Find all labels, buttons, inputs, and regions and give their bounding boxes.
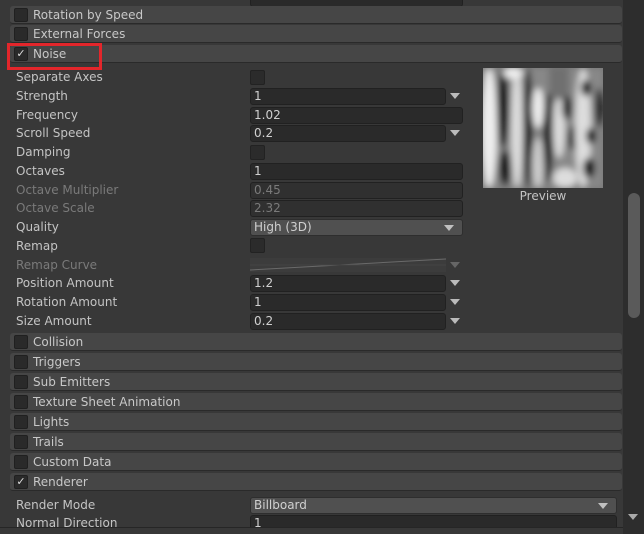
module-label: Texture Sheet Animation xyxy=(33,395,181,409)
curve-line xyxy=(249,258,447,271)
module-lights[interactable]: Lights xyxy=(10,413,622,431)
module-trails[interactable]: Trails xyxy=(10,433,622,451)
scrollbar-thumb[interactable] xyxy=(628,193,640,318)
label-remap: Remap xyxy=(16,239,58,253)
module-custom-data[interactable]: Custom Data xyxy=(10,453,622,471)
module-triggers[interactable]: Triggers xyxy=(10,353,622,371)
module-label: Lights xyxy=(33,415,70,429)
module-label: Sub Emitters xyxy=(33,375,111,389)
strength-input[interactable]: 1 xyxy=(250,88,446,105)
module-sub-emitters[interactable]: Sub Emitters xyxy=(10,373,622,391)
label-position-amount: Position Amount xyxy=(16,276,114,290)
scroll-speed-mode-dropdown-icon[interactable] xyxy=(450,130,460,136)
octave-multiplier-input: 0.45 xyxy=(250,182,463,199)
label-rotation-amount: Rotation Amount xyxy=(16,295,118,309)
quality-dropdown[interactable]: High (3D) xyxy=(250,219,463,236)
module-checkbox[interactable] xyxy=(14,27,28,41)
noise-preview-image xyxy=(483,68,603,188)
label-separate-axes: Separate Axes xyxy=(16,70,103,84)
module-label: Custom Data xyxy=(33,455,112,469)
render-mode-dropdown[interactable]: Billboard xyxy=(250,497,617,514)
module-label: External Forces xyxy=(33,27,126,41)
label-size-amount: Size Amount xyxy=(16,314,92,328)
module-renderer[interactable]: ✓ Renderer xyxy=(10,473,622,491)
module-checkbox[interactable] xyxy=(14,435,28,449)
highlight-box xyxy=(7,43,102,70)
module-label: Trails xyxy=(33,435,64,449)
label-damping: Damping xyxy=(16,145,71,159)
checkmark-icon[interactable]: ✓ xyxy=(14,475,28,489)
octaves-input[interactable]: 1 xyxy=(250,163,463,180)
remap-checkbox[interactable] xyxy=(250,238,265,253)
module-checkbox[interactable] xyxy=(14,335,28,349)
module-checkbox[interactable] xyxy=(14,395,28,409)
size-amount-input[interactable]: 0.2 xyxy=(250,313,446,330)
module-checkbox[interactable] xyxy=(14,455,28,469)
label-render-mode: Render Mode xyxy=(16,498,96,512)
scroll-down-arrow-icon[interactable] xyxy=(628,514,638,520)
remap-curve-field xyxy=(249,258,447,272)
module-label: Collision xyxy=(33,335,84,349)
label-frequency: Frequency xyxy=(16,108,78,122)
label-strength: Strength xyxy=(16,89,68,103)
remap-curve-dropdown-icon xyxy=(450,262,460,268)
module-checkbox[interactable] xyxy=(14,355,28,369)
module-label: Triggers xyxy=(33,355,81,369)
strength-mode-dropdown-icon[interactable] xyxy=(450,93,460,99)
module-external-forces[interactable]: External Forces xyxy=(10,25,622,43)
preview-label: Preview xyxy=(519,189,567,203)
damping-checkbox[interactable] xyxy=(250,145,265,160)
bottom-bar xyxy=(0,527,644,534)
module-checkbox[interactable] xyxy=(14,375,28,389)
module-checkbox[interactable] xyxy=(14,8,28,22)
label-octaves: Octaves xyxy=(16,164,65,178)
position-amount-mode-dropdown-icon[interactable] xyxy=(450,280,460,286)
label-remap-curve: Remap Curve xyxy=(16,258,98,272)
label-octave-multiplier: Octave Multiplier xyxy=(16,183,119,197)
rotation-amount-mode-dropdown-icon[interactable] xyxy=(450,299,460,305)
module-rotation-by-speed[interactable]: Rotation by Speed xyxy=(10,6,622,24)
module-checkbox[interactable] xyxy=(14,415,28,429)
scroll-speed-input[interactable]: 0.2 xyxy=(250,125,446,142)
size-amount-mode-dropdown-icon[interactable] xyxy=(450,318,460,324)
module-label: Rotation by Speed xyxy=(33,8,144,22)
module-collision[interactable]: Collision xyxy=(10,333,622,351)
position-amount-input[interactable]: 1.2 xyxy=(250,275,446,292)
octave-scale-input: 2.32 xyxy=(250,200,463,217)
label-octave-scale: Octave Scale xyxy=(16,201,95,215)
label-quality: Quality xyxy=(16,220,59,234)
rotation-amount-input[interactable]: 1 xyxy=(250,294,446,311)
frequency-input[interactable]: 1.02 xyxy=(250,107,463,124)
module-texture-sheet-animation[interactable]: Texture Sheet Animation xyxy=(10,393,622,411)
label-scroll-speed: Scroll Speed xyxy=(16,126,91,140)
module-label: Renderer xyxy=(33,475,88,489)
separate-axes-checkbox[interactable] xyxy=(250,70,265,85)
